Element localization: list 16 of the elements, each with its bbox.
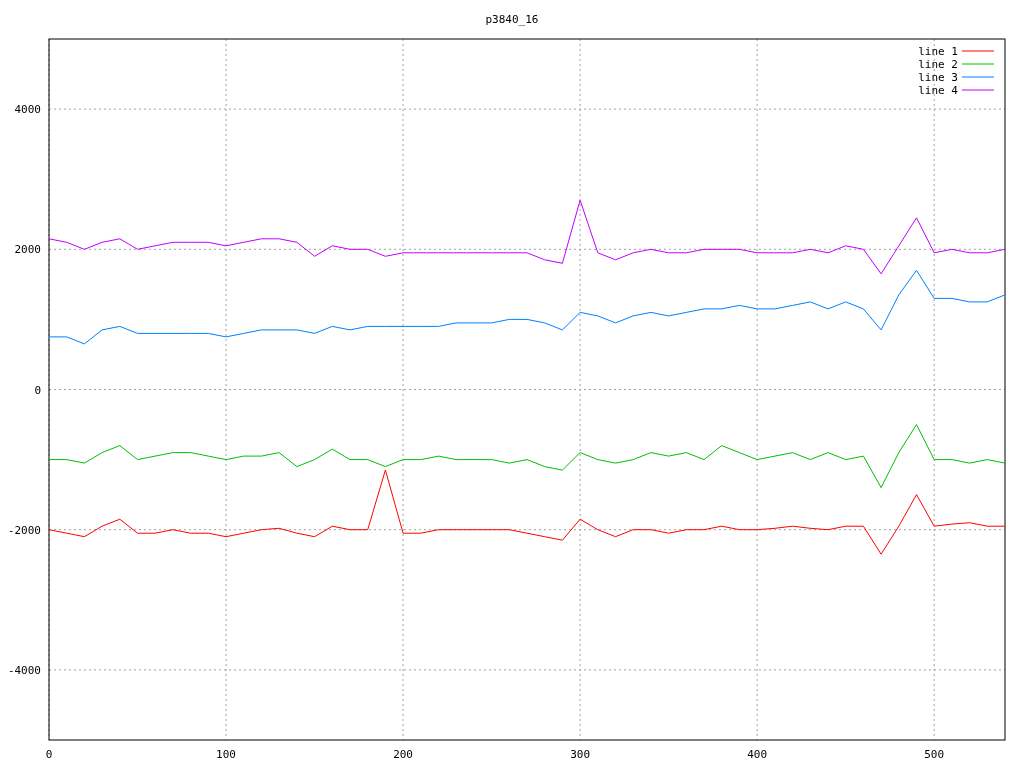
- x-tick-label: 500: [924, 748, 945, 761]
- y-tick-label: -4000: [7, 663, 41, 677]
- legend-label: line 1: [918, 45, 958, 58]
- legend-label: line 4: [918, 84, 958, 97]
- legend-label: line 3: [918, 71, 958, 84]
- x-tick-label: 400: [747, 748, 768, 761]
- chart-title: p3840_16: [485, 13, 539, 26]
- y-tick-label: 2000: [14, 243, 41, 257]
- y-tick-label: -2000: [7, 523, 41, 537]
- y-tick-label: 4000: [14, 103, 41, 117]
- x-tick-label: 300: [570, 748, 591, 761]
- x-tick-label: 0: [45, 748, 53, 761]
- legend-label: line 2: [918, 58, 958, 71]
- x-tick-label: 100: [216, 748, 236, 761]
- y-tick-label: 0: [34, 383, 41, 397]
- x-tick-label: 200: [393, 748, 413, 761]
